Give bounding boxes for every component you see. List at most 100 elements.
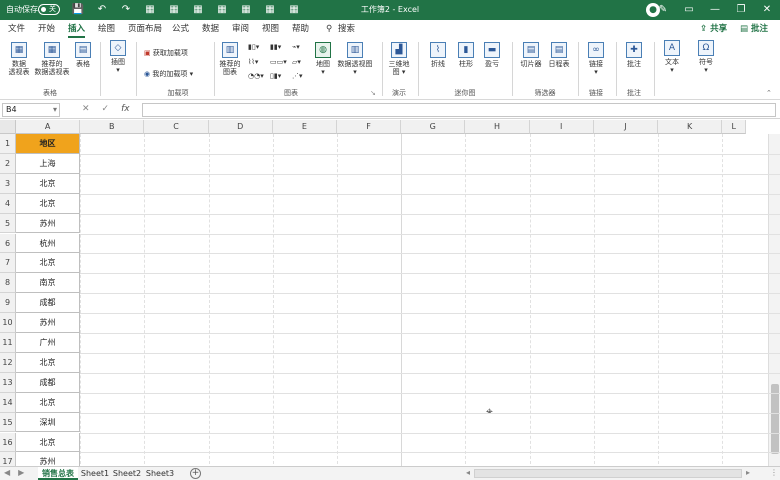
- restore-icon[interactable]: ❐: [728, 0, 754, 20]
- my-addins-button[interactable]: ◉ 我的加载项 ▾: [144, 69, 193, 79]
- slicer-button[interactable]: ▤ 切片器: [518, 42, 544, 68]
- recommended-charts-button[interactable]: ▥ 推荐的 图表: [218, 42, 242, 76]
- row-header[interactable]: 8: [0, 273, 16, 294]
- tab-draw[interactable]: 绘图: [98, 22, 115, 36]
- resize-handle-icon[interactable]: ⋮: [770, 468, 778, 477]
- table-cell[interactable]: 苏州: [16, 213, 80, 234]
- tab-home[interactable]: 开始: [38, 22, 55, 36]
- column-header[interactable]: E: [272, 120, 337, 134]
- row-header[interactable]: 16: [0, 432, 16, 453]
- pen-icon[interactable]: ✎: [650, 0, 676, 20]
- line-chart-icon[interactable]: ⌇⌇▾: [248, 57, 258, 67]
- sheet-tab-sheet2[interactable]: Sheet2: [112, 467, 142, 480]
- minimize-icon[interactable]: —: [702, 0, 728, 20]
- sheet-tab-sheet3[interactable]: Sheet3: [144, 467, 176, 480]
- hscroll-left-icon[interactable]: ◂: [466, 468, 470, 477]
- table-cell[interactable]: 北京: [16, 352, 80, 373]
- row-header[interactable]: 1: [0, 134, 16, 154]
- table-cell[interactable]: 广州: [16, 333, 80, 353]
- row-header[interactable]: 14: [0, 392, 16, 413]
- column-header[interactable]: I: [529, 120, 594, 134]
- row-header[interactable]: 2: [0, 153, 16, 174]
- row-header[interactable]: 15: [0, 412, 16, 433]
- tab-help[interactable]: 帮助: [292, 22, 309, 36]
- sparkline-winloss-button[interactable]: ▬ 盈亏: [480, 42, 504, 68]
- row-header[interactable]: 4: [0, 193, 16, 214]
- comment-button[interactable]: ✚ 批注: [622, 42, 646, 68]
- tab-insert[interactable]: 插入: [68, 22, 86, 38]
- enter-icon[interactable]: ✓: [102, 104, 110, 114]
- cancel-icon[interactable]: ✕: [82, 104, 90, 114]
- table-cell[interactable]: 南京: [16, 273, 80, 294]
- column-header[interactable]: D: [208, 120, 273, 134]
- row-header[interactable]: 3: [0, 173, 16, 194]
- spreadsheet-grid[interactable]: ⌖ A B C D E F G H I J K L 1 地区 2 上海 3 北京 4 北京 5 苏州 6 杭州 7 北京 8 南京 9 成…: [0, 120, 780, 466]
- next-sheet-icon[interactable]: ▶: [18, 468, 24, 477]
- maps-button[interactable]: ◍ 地图 ▾: [312, 42, 334, 76]
- column-header[interactable]: F: [337, 120, 402, 134]
- get-addins-button[interactable]: ▣ 获取加载项: [144, 48, 188, 58]
- tab-review[interactable]: 审阅: [232, 22, 249, 36]
- search-box[interactable]: 搜索: [338, 22, 355, 36]
- table-cell[interactable]: 苏州: [16, 313, 80, 333]
- dialog-launcher-icon[interactable]: ↘: [370, 88, 376, 98]
- column-header[interactable]: J: [593, 120, 658, 134]
- table-cell[interactable]: 北京: [16, 193, 80, 214]
- select-all-corner[interactable]: [0, 120, 16, 134]
- sheet-tab-sheet1[interactable]: Sheet1: [80, 467, 110, 480]
- surface-chart-icon[interactable]: ▱▾: [292, 57, 301, 67]
- table-cell[interactable]: 苏州: [16, 452, 80, 466]
- pivot-chart-button[interactable]: ▥ 数据透视图 ▾: [336, 42, 374, 76]
- 3d-map-button[interactable]: ▟ 三维地图 ▾: [386, 42, 412, 76]
- column-header[interactable]: L: [722, 120, 747, 134]
- fx-icon[interactable]: fx: [121, 104, 130, 114]
- statistic-chart-icon[interactable]: ▭▭▾: [270, 57, 287, 67]
- column-header[interactable]: H: [465, 120, 530, 134]
- table-button[interactable]: ▤ 表格: [72, 42, 94, 68]
- horizontal-scrollbar[interactable]: [474, 469, 742, 478]
- column-header[interactable]: C: [144, 120, 209, 134]
- row-header[interactable]: 9: [0, 293, 16, 314]
- table-cell[interactable]: 北京: [16, 392, 80, 413]
- pie-chart-icon[interactable]: ◔◔▾: [248, 71, 264, 81]
- column-chart-icon[interactable]: ▮▯▾: [248, 42, 259, 52]
- search-icon[interactable]: ⚲: [326, 22, 332, 36]
- tab-file[interactable]: 文件: [8, 22, 25, 36]
- illustrations-button[interactable]: ◇ 插图 ▾: [106, 40, 130, 74]
- scatter-chart-icon[interactable]: ⋰▾: [292, 71, 303, 81]
- scroll-thumb[interactable]: [771, 384, 779, 454]
- add-sheet-button[interactable]: +: [190, 468, 201, 479]
- link-button[interactable]: ∞ 链接 ▾: [584, 42, 608, 76]
- table-cell[interactable]: 成都: [16, 293, 80, 314]
- row-header[interactable]: 7: [0, 253, 16, 274]
- tab-view[interactable]: 视图: [262, 22, 279, 36]
- hierarchy-chart-icon[interactable]: ▮▮▾: [270, 42, 281, 52]
- hscroll-right-icon[interactable]: ▸: [746, 468, 750, 477]
- table-cell[interactable]: 成都: [16, 372, 80, 393]
- tab-page-layout[interactable]: 页面布局: [128, 22, 162, 36]
- tab-data[interactable]: 数据: [202, 22, 219, 36]
- waterfall-chart-icon[interactable]: ⌁▾: [292, 42, 300, 52]
- text-button[interactable]: A 文本 ▾: [660, 40, 684, 74]
- sheet-tab-sales[interactable]: 销售总表: [38, 467, 78, 480]
- timeline-button[interactable]: ▤ 日程表: [546, 42, 572, 68]
- table-cell[interactable]: 北京: [16, 173, 80, 194]
- table-cell[interactable]: 上海: [16, 153, 80, 174]
- vertical-scrollbar[interactable]: [768, 134, 780, 466]
- column-header[interactable]: G: [401, 120, 466, 134]
- collapse-ribbon-icon[interactable]: ⌃: [766, 88, 772, 98]
- chevron-down-icon[interactable]: ▾: [53, 104, 57, 116]
- ribbon-display-icon[interactable]: ▭: [676, 0, 702, 20]
- recommended-pivot-button[interactable]: ▦ 推荐的 数据透视表: [34, 42, 70, 76]
- row-header[interactable]: 5: [0, 213, 16, 234]
- tab-formulas[interactable]: 公式: [172, 22, 189, 36]
- sparkline-line-button[interactable]: ⌇ 折线: [426, 42, 450, 68]
- column-header[interactable]: B: [80, 120, 145, 134]
- row-header[interactable]: 11: [0, 333, 16, 353]
- table-cell[interactable]: 北京: [16, 253, 80, 274]
- table-cell[interactable]: 杭州: [16, 233, 80, 254]
- comments-button[interactable]: ▤ 批注: [740, 22, 768, 34]
- table-cell[interactable]: 北京: [16, 432, 80, 453]
- name-box[interactable]: B4 ▾: [2, 103, 60, 117]
- prev-sheet-icon[interactable]: ◀: [4, 468, 10, 477]
